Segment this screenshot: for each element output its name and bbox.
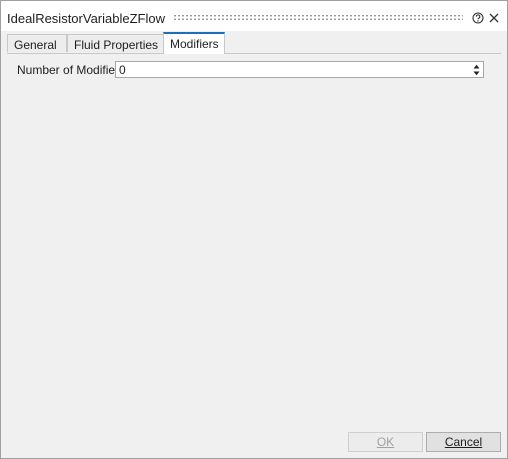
- close-icon[interactable]: [488, 12, 500, 24]
- stepper-up-button[interactable]: [470, 63, 482, 69]
- dialog-window: IdealResistorVariableZFlow General Fluid…: [0, 0, 508, 459]
- title-bar[interactable]: IdealResistorVariableZFlow: [1, 1, 507, 31]
- window-title: IdealResistorVariableZFlow: [7, 11, 165, 26]
- number-of-modifiers-stepper[interactable]: 0: [115, 61, 484, 78]
- cancel-button[interactable]: Cancel: [426, 432, 501, 452]
- stepper-down-button[interactable]: [470, 70, 482, 76]
- tab-modifiers-label: Modifiers: [170, 37, 219, 51]
- tab-general[interactable]: General: [7, 34, 67, 52]
- tab-general-label: General: [14, 38, 57, 52]
- help-icon[interactable]: [472, 12, 484, 24]
- ok-button[interactable]: OK: [348, 432, 423, 452]
- chevron-up-icon: [473, 64, 479, 68]
- chevron-down-icon: [473, 71, 479, 75]
- stepper-buttons: [470, 63, 482, 76]
- number-of-modifiers-value[interactable]: 0: [119, 63, 126, 77]
- tab-modifiers[interactable]: Modifiers: [163, 32, 225, 54]
- tab-fluid-properties[interactable]: Fluid Properties: [67, 34, 165, 52]
- tab-strip: General Fluid Properties Modifiers: [7, 32, 501, 54]
- tab-fluid-properties-label: Fluid Properties: [74, 38, 159, 52]
- number-of-modifiers-label: Number of Modifiers: [17, 63, 126, 77]
- drag-grip[interactable]: [173, 14, 463, 21]
